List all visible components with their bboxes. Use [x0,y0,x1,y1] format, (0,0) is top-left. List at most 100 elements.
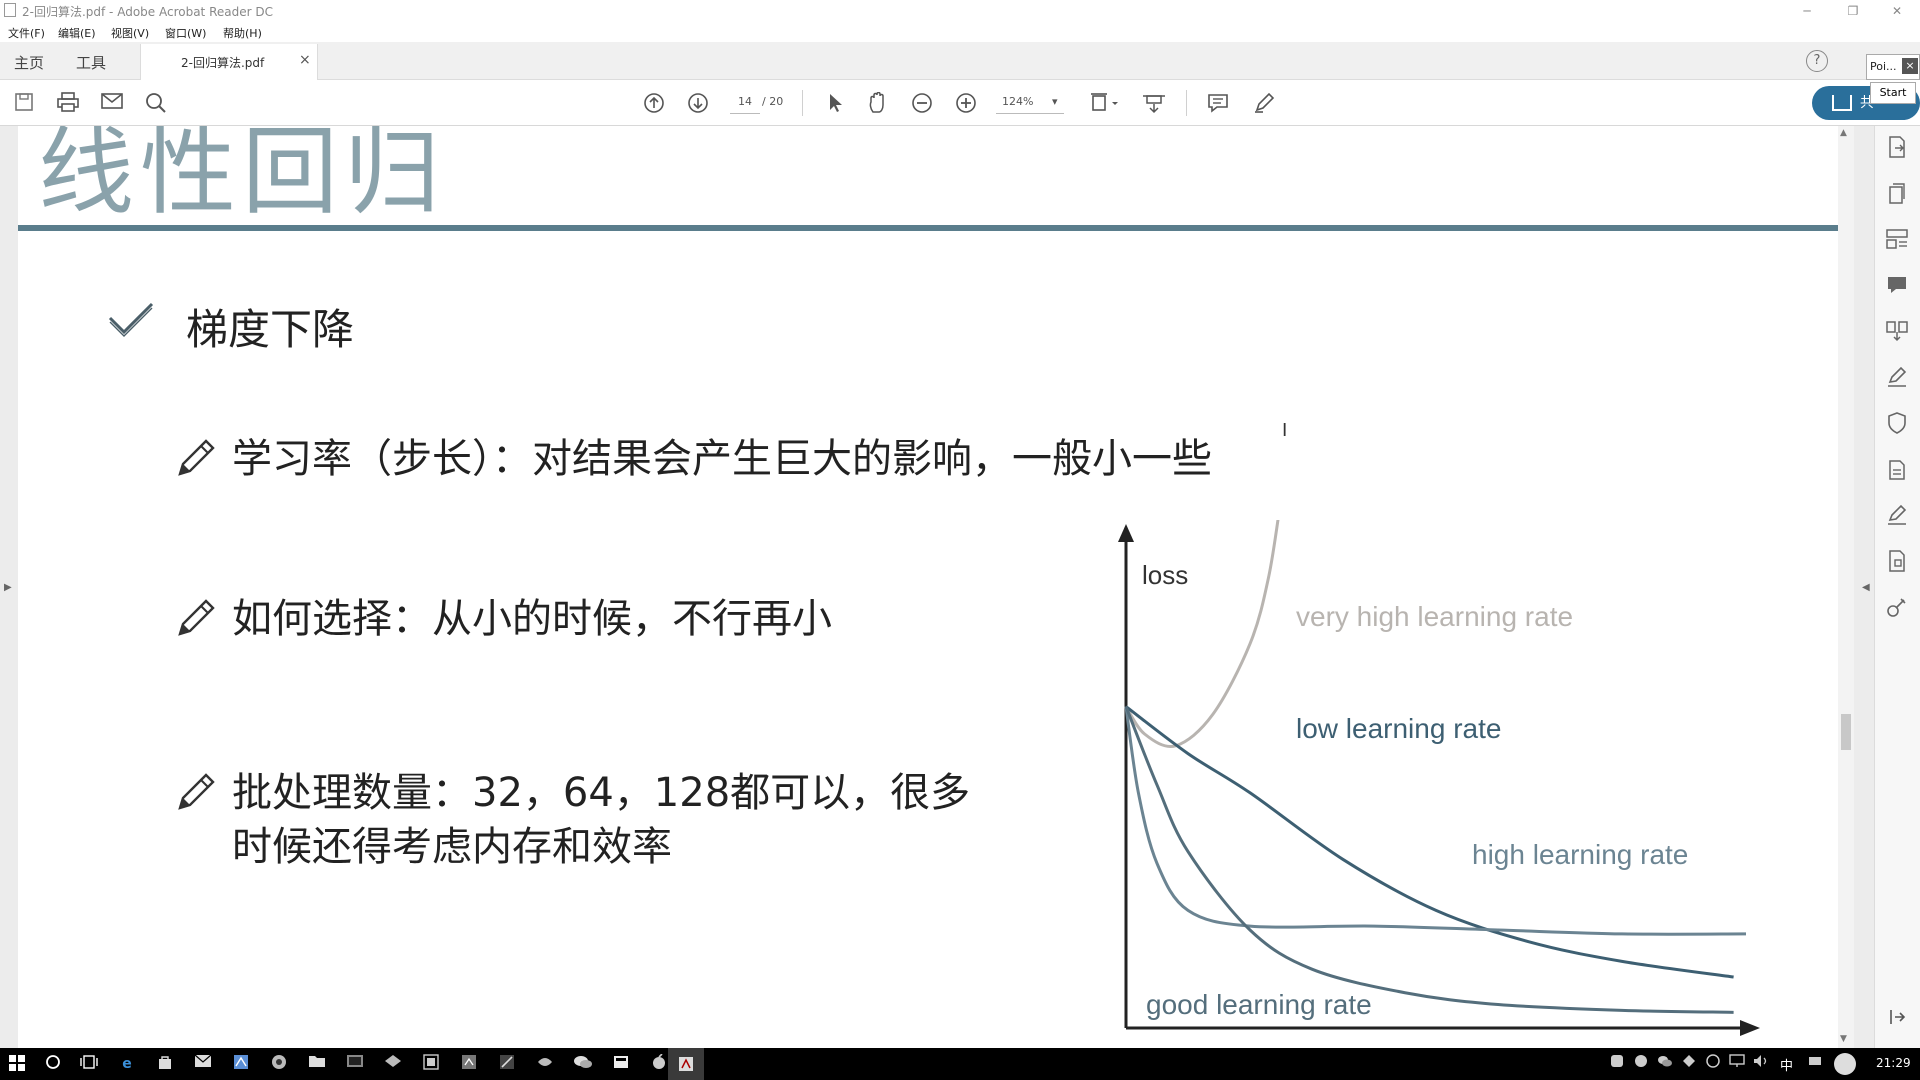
learning-rate-chart: loss very high learning rate low learning … [1118,520,1760,1036]
app-icon[interactable] [230,1054,252,1074]
share-icon [1832,95,1852,111]
tray-icon[interactable] [1702,1054,1724,1074]
print-icon[interactable] [56,92,80,114]
page-fit-icon[interactable] [1090,92,1118,114]
tab-home[interactable]: 主页 [14,52,44,73]
menu-window[interactable]: 窗口(W) [165,25,206,41]
section-heading: 梯度下降 [186,305,355,354]
email-icon[interactable] [100,92,124,114]
tab-tools[interactable]: 工具 [76,52,106,73]
zoom-select[interactable]: 124% ▾ [996,91,1064,114]
scroll-mode-icon[interactable] [1142,92,1166,114]
zoom-out-icon[interactable] [910,92,934,114]
combine-files-icon[interactable] [1883,320,1911,348]
menu-help[interactable]: 帮助(H) [223,25,262,41]
app-icon[interactable] [268,1054,290,1074]
app-icon[interactable] [382,1054,404,1074]
text-cursor-icon: I [1282,420,1288,441]
app-icon[interactable] [420,1054,442,1074]
task-view-icon[interactable] [78,1054,100,1074]
tab-document[interactable]: 2-回归算法.pdf × [140,44,318,80]
volume-icon[interactable] [1750,1054,1772,1074]
acrobat-icon [679,1057,693,1071]
wechat-tray-icon[interactable] [1654,1054,1676,1074]
help-icon[interactable]: ? [1806,50,1828,72]
app-icon[interactable] [648,1053,670,1074]
save-icon[interactable] [12,92,36,114]
close-tab-icon[interactable]: × [299,52,311,68]
zoom-in-icon[interactable] [954,92,978,114]
app-icon[interactable] [534,1054,556,1074]
send-for-review-icon[interactable] [1883,458,1911,486]
tray-icon[interactable] [1804,1054,1826,1074]
slide-title: 线性回归 [38,126,446,226]
collapse-pane-icon[interactable] [1883,1006,1911,1034]
app-icon[interactable] [344,1054,366,1074]
scroll-up-icon[interactable]: ▲ [1840,128,1847,138]
right-panel-toggle-icon[interactable]: ◀ [1862,582,1870,593]
close-window-button[interactable]: ✕ [1874,0,1920,22]
bullet-learning-rate: 学习率（步长）：对结果会产生巨大的影响，一般小一些 [232,436,1212,482]
menu-view[interactable]: 视图(V) [111,25,149,41]
close-icon[interactable]: × [1902,58,1918,74]
chevron-down-icon: ▾ [1052,95,1058,108]
minimize-button[interactable]: ─ [1784,0,1830,22]
vertical-scrollbar[interactable] [1838,126,1854,1048]
toolbar: 14 / 20 124% ▾ [0,80,1920,126]
y-axis-arrow [1118,524,1134,542]
store-icon[interactable] [154,1054,176,1074]
file-explorer-icon[interactable] [306,1054,328,1074]
comment-icon[interactable] [1206,92,1230,114]
network-icon[interactable] [1726,1054,1748,1074]
notification-badge-icon[interactable] [1834,1053,1856,1075]
protect-icon[interactable] [1883,412,1911,440]
restore-button[interactable]: ❐ [1830,0,1876,22]
menu-file[interactable]: 文件(F) [8,25,45,41]
scrollbar-thumb[interactable] [1841,714,1851,750]
select-tool-icon[interactable] [824,92,848,114]
pencil-icon [174,770,218,814]
tray-icon[interactable] [1678,1054,1700,1074]
bullet-batch-size-cont: 时候还得考虑内存和效率 [232,824,672,870]
tray-icon[interactable] [1630,1054,1652,1074]
series-line-very-high-learning-rate [1124,520,1280,748]
series-label-good-learning-rate: good learning rate [1146,989,1372,1020]
comment-icon[interactable] [1883,274,1911,302]
app-icon[interactable] [458,1054,480,1074]
wechat-icon[interactable] [572,1054,594,1074]
series-label-very-high-learning-rate: very high learning rate [1296,601,1573,632]
title-divider [18,225,1838,231]
more-tools-icon[interactable] [1883,596,1911,624]
tray-icon[interactable] [1606,1054,1628,1074]
window-title: 2-回归算法.pdf - Adobe Acrobat Reader DC [22,5,273,19]
fill-sign-icon[interactable] [1883,366,1911,394]
edit-pdf-icon[interactable] [1883,504,1911,532]
page-total: / 20 [762,95,784,108]
start-button[interactable]: Start [1870,82,1916,104]
app-icon[interactable] [496,1054,518,1074]
next-page-icon[interactable] [686,92,710,114]
highlight-pen-icon[interactable] [1252,92,1276,114]
y-axis-label: loss [1142,560,1188,590]
acrobat-taskbar-button[interactable] [668,1048,704,1080]
input-method-indicator[interactable]: 中 [1780,1055,1793,1074]
compress-icon[interactable] [1883,550,1911,578]
previous-page-icon[interactable] [642,92,666,114]
organize-pages-icon[interactable] [1883,228,1911,256]
pencil-icon [174,596,218,640]
export-pdf-icon[interactable] [1883,136,1911,164]
left-panel-toggle-icon[interactable]: ▶ [4,582,12,593]
cortana-search-icon[interactable] [42,1054,64,1074]
create-pdf-icon[interactable] [1883,182,1911,210]
edge-browser-icon[interactable]: e [116,1054,138,1074]
app-icon[interactable] [610,1054,632,1074]
taskbar-clock[interactable]: 21:29 [1876,1056,1911,1070]
mail-icon[interactable] [192,1054,214,1074]
windows-start-icon[interactable] [6,1054,28,1074]
menu-edit[interactable]: 编辑(E) [58,25,96,41]
page-number-input[interactable]: 14 [730,91,760,114]
tools-pane [1874,126,1920,1048]
scroll-down-icon[interactable]: ▼ [1840,1034,1847,1044]
search-icon[interactable] [144,92,168,114]
hand-tool-icon[interactable] [866,91,890,114]
